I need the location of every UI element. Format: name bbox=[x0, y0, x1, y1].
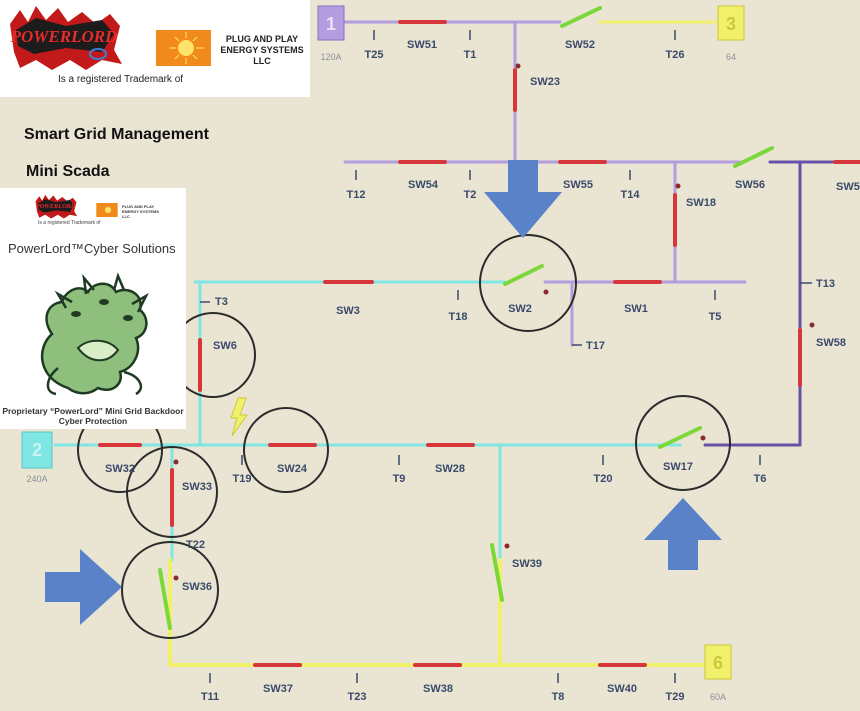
sw56-switch[interactable] bbox=[733, 146, 774, 168]
label-sw28: SW28 bbox=[435, 463, 465, 475]
source-3-label: 3 bbox=[726, 14, 736, 34]
source-1-label: 1 bbox=[326, 14, 336, 34]
label-t26: T26 bbox=[666, 49, 685, 61]
label-sw23: SW23 bbox=[530, 76, 560, 88]
sw36-dot bbox=[173, 575, 179, 581]
arrow-down-sw2 bbox=[484, 160, 562, 238]
trademark-text: Is a registered Trademark of bbox=[58, 74, 184, 85]
label-t25: T25 bbox=[365, 49, 384, 61]
source-6-rating: 60A bbox=[710, 692, 726, 702]
sun-energy-logo bbox=[156, 30, 211, 66]
label-sw55: SW55 bbox=[563, 179, 593, 191]
label-sw5: SW5 bbox=[836, 181, 860, 193]
sw52-switch[interactable] bbox=[560, 6, 602, 28]
source-6-label: 6 bbox=[713, 653, 723, 673]
sw18-dot bbox=[675, 183, 681, 189]
label-t2: T2 bbox=[464, 189, 477, 201]
label-sw51: SW51 bbox=[407, 39, 437, 51]
label-t20: T20 bbox=[594, 473, 613, 485]
page-title: Smart Grid Management bbox=[24, 126, 209, 143]
label-t13: T13 bbox=[816, 278, 835, 290]
card-company-name: PLUG AND PLAY ENERGY SYSTEMS LLC bbox=[122, 204, 160, 219]
label-sw24: SW24 bbox=[277, 463, 308, 475]
label-sw56: SW56 bbox=[735, 179, 765, 191]
label-sw2: SW2 bbox=[508, 303, 532, 315]
source-2-rating: 240A bbox=[26, 474, 47, 484]
card-sun-logo bbox=[96, 203, 118, 217]
sw2-dot bbox=[543, 289, 549, 295]
label-t23: T23 bbox=[348, 691, 367, 703]
label-sw37: SW37 bbox=[263, 683, 293, 695]
label-sw58: SW58 bbox=[816, 337, 846, 349]
label-sw18: SW18 bbox=[686, 197, 716, 209]
company-name: PLUG AND PLAY ENERGY SYSTEMS LLC bbox=[220, 34, 304, 66]
card-powerlord-logo: POWERLORD bbox=[35, 194, 78, 219]
sw33-dot bbox=[173, 459, 179, 465]
label-sw17: SW17 bbox=[663, 461, 693, 473]
header-logo-panel: POWERLORD Is a registered Trademark of P… bbox=[0, 0, 310, 97]
label-t9: T9 bbox=[393, 473, 406, 485]
label-t1: T1 bbox=[464, 49, 477, 61]
label-sw36: SW36 bbox=[182, 581, 212, 593]
label-t18: T18 bbox=[449, 311, 468, 323]
label-sw6: SW6 bbox=[213, 340, 237, 352]
sw58-dot bbox=[809, 322, 815, 328]
sw17-dot bbox=[700, 435, 706, 441]
label-t19: T19 bbox=[233, 473, 252, 485]
scada-canvas: 1 120A 3 64 2 240A 6 60A T25 SW51 T1 SW5… bbox=[0, 0, 860, 711]
label-t12: T12 bbox=[347, 189, 366, 201]
card-trademark-text: Is a registered Trademark of bbox=[38, 220, 101, 226]
label-sw3: SW3 bbox=[336, 305, 360, 317]
label-t22: T22 bbox=[186, 539, 205, 551]
sw17-highlight-circle bbox=[635, 395, 731, 491]
label-sw33: SW33 bbox=[182, 481, 212, 493]
sw23-dot bbox=[515, 63, 521, 69]
dragon-mascot-icon bbox=[40, 272, 149, 396]
label-sw38: SW38 bbox=[423, 683, 453, 695]
arrow-up-sw17 bbox=[644, 498, 722, 570]
fault-lightning-icon bbox=[230, 397, 248, 437]
sw39-dot bbox=[504, 543, 510, 549]
label-sw32: SW32 bbox=[105, 463, 135, 475]
label-sw1: SW1 bbox=[624, 303, 648, 315]
source-1-rating: 120A bbox=[320, 52, 341, 62]
cyber-solutions-card: POWERLORD Is a registered Trademark of P… bbox=[0, 188, 186, 429]
card-powerlord-logo-text: POWERLORD bbox=[36, 203, 76, 210]
label-t11: T11 bbox=[201, 691, 219, 703]
label-t14: T14 bbox=[621, 189, 641, 201]
source-2-label: 2 bbox=[32, 440, 42, 460]
label-t3: T3 bbox=[215, 296, 228, 308]
arrow-right-sw36 bbox=[45, 549, 122, 625]
label-t8: T8 bbox=[552, 691, 565, 703]
label-sw39: SW39 bbox=[512, 558, 542, 570]
sw2-switch[interactable] bbox=[503, 264, 544, 286]
label-t17: T17 bbox=[586, 340, 605, 352]
powerlord-logo-text: POWERLORD bbox=[10, 27, 118, 46]
label-t29: T29 bbox=[666, 691, 685, 703]
card-title: PowerLord™Cyber Solutions bbox=[8, 241, 176, 256]
powerlord-logo: POWERLORD bbox=[10, 6, 122, 70]
source-3-rating: 64 bbox=[726, 52, 736, 62]
card-caption: Proprietary “PowerLord” Mini Grid Backdo… bbox=[2, 406, 184, 426]
label-sw54: SW54 bbox=[408, 179, 439, 191]
label-t6: T6 bbox=[754, 473, 767, 485]
page-subtitle: Mini Scada bbox=[26, 163, 110, 180]
label-sw40: SW40 bbox=[607, 683, 637, 695]
sw24-highlight-circle bbox=[243, 407, 329, 493]
label-t5: T5 bbox=[709, 311, 722, 323]
label-sw52: SW52 bbox=[565, 39, 595, 51]
